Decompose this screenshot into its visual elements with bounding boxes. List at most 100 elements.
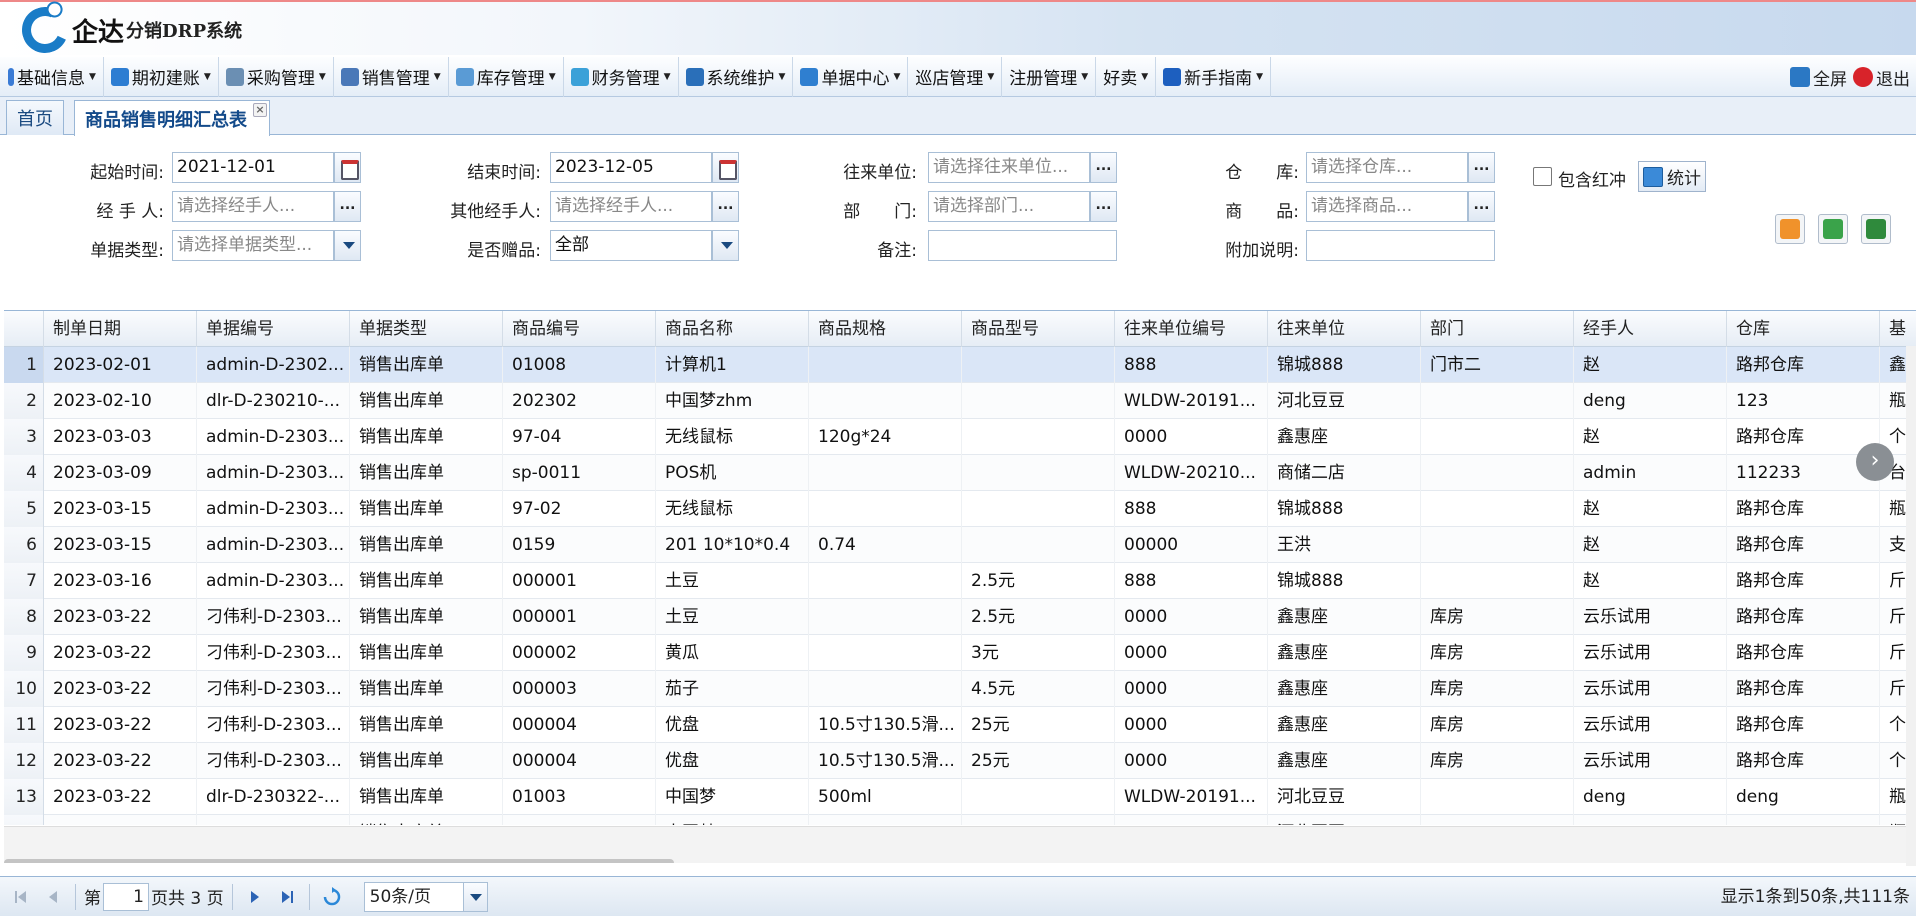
- statistics-button[interactable]: 统计: [1638, 161, 1706, 192]
- menu-item-5[interactable]: 财务管理 ▼: [564, 56, 679, 97]
- table-row[interactable]: 2 2023-02-10 dlr-D-230210-... 销售出库单 202302 中国…: [4, 383, 1916, 419]
- partner-select-button[interactable]: ...: [1090, 152, 1117, 183]
- excel-all-icon: [1866, 219, 1886, 239]
- menu-item-11[interactable]: 新手指南 ▼: [1156, 56, 1272, 97]
- end-calendar-icon[interactable]: [712, 152, 739, 183]
- table-row[interactable]: 6 2023-03-15 admin-D-2303... 销售出库单 0159 201 1…: [4, 527, 1916, 563]
- chevron-down-icon: ▼: [663, 71, 671, 82]
- logout-button[interactable]: 退出: [1853, 65, 1910, 90]
- page-size-select[interactable]: 50条/页: [363, 881, 488, 912]
- table-row[interactable]: 142023-03-22dlr-D-230322-...销售出库单01003中国…: [4, 815, 1916, 825]
- menu-item-10[interactable]: 好卖 ▼: [1096, 56, 1157, 97]
- gift-select[interactable]: 全部: [550, 230, 712, 261]
- menu-item-7[interactable]: 单据中心 ▼: [793, 56, 909, 97]
- menu-item-8[interactable]: 巡店管理 ▼: [908, 56, 1003, 97]
- table-cell: admin-D-2303...: [197, 527, 350, 563]
- column-header[interactable]: 往来单位: [1268, 311, 1421, 347]
- row-number: 12: [4, 743, 44, 779]
- page-number-input[interactable]: 1: [103, 882, 149, 911]
- table-cell: dlr-D-230322-...: [197, 779, 350, 815]
- partner-input[interactable]: 请选择往来单位...: [928, 152, 1090, 183]
- table-cell: 鑫惠座: [1268, 599, 1421, 635]
- next-page-icon[interactable]: [244, 886, 266, 908]
- tab-home-label: 首页: [17, 109, 53, 130]
- column-header[interactable]: 商品编号: [503, 311, 656, 347]
- table-row[interactable]: 9 2023-03-22 刁伟利-D-2303... 销售出库单 000002 黄瓜 3元 0…: [4, 635, 1916, 671]
- table-row[interactable]: 3 2023-03-03 admin-D-2303... 销售出库单 97-04 无线鼠标…: [4, 419, 1916, 455]
- start-time-input[interactable]: 2021-12-01: [172, 152, 334, 183]
- tab-home[interactable]: 首页: [6, 100, 64, 135]
- table-row[interactable]: 10 2023-03-22 刁伟利-D-2303... 销售出库单 000003 茄子 4.…: [4, 671, 1916, 707]
- column-header[interactable]: 部门: [1421, 311, 1574, 347]
- table-row[interactable]: 4 2023-03-09 admin-D-2303... 销售出库单 sp-0011 PO…: [4, 455, 1916, 491]
- column-header[interactable]: 基: [1880, 311, 1916, 347]
- warehouse-input[interactable]: 请选择仓库...: [1306, 152, 1468, 183]
- menu-item-3[interactable]: 销售管理 ▼: [334, 56, 449, 97]
- doctype-dropdown-icon[interactable]: [334, 230, 361, 261]
- handler-input[interactable]: 请选择经手人...: [172, 191, 334, 222]
- tab-sales-detail-report[interactable]: 商品销售明细汇总表 ×: [74, 100, 270, 136]
- export-excel-button[interactable]: [1818, 214, 1848, 244]
- table-cell: 000004: [503, 743, 656, 779]
- table-row[interactable]: 11 2023-03-22 刁伟利-D-2303... 销售出库单 000004 优盘 10…: [4, 707, 1916, 743]
- first-page-icon[interactable]: [10, 886, 32, 908]
- start-calendar-icon[interactable]: [334, 152, 361, 183]
- table-row[interactable]: 7 2023-03-16 admin-D-2303... 销售出库单 000001 土豆 2…: [4, 563, 1916, 599]
- horizontal-scrollbar[interactable]: [4, 826, 1916, 863]
- page-size-dropdown-icon[interactable]: [462, 882, 487, 911]
- tool-button-1[interactable]: [1775, 214, 1805, 244]
- warehouse-select-button[interactable]: ...: [1468, 152, 1495, 183]
- vertical-scrollbar[interactable]: [1906, 346, 1916, 866]
- menu-item-2[interactable]: 采购管理 ▼: [219, 56, 334, 97]
- table-row[interactable]: 1 2023-02-01 admin-D-2302... 销售出库单 01008 计算机1…: [4, 347, 1916, 383]
- doctype-input[interactable]: 请选择单据类型...: [172, 230, 334, 261]
- table-row[interactable]: 13 2023-03-22 dlr-D-230322-... 销售出库单 01003 中国…: [4, 779, 1916, 815]
- column-header[interactable]: 商品型号: [962, 311, 1115, 347]
- column-header[interactable]: 商品规格: [809, 311, 962, 347]
- other-handler-select-button[interactable]: ...: [712, 191, 739, 222]
- column-header[interactable]: 单据编号: [197, 311, 350, 347]
- last-page-icon[interactable]: [276, 886, 298, 908]
- column-header[interactable]: 制单日期: [44, 311, 197, 347]
- menu-item-9[interactable]: 注册管理 ▼: [1002, 56, 1097, 97]
- table-row[interactable]: 5 2023-03-15 admin-D-2303... 销售出库单 97-02 无线鼠标…: [4, 491, 1916, 527]
- column-header[interactable]: 单据类型: [350, 311, 503, 347]
- table-cell: [809, 635, 962, 671]
- column-header[interactable]: 商品名称: [656, 311, 809, 347]
- export-excel-all-button[interactable]: [1861, 214, 1891, 244]
- table-cell: 2023-03-03: [44, 419, 197, 455]
- row-number: 7: [4, 563, 44, 599]
- other-handler-input[interactable]: 请选择经手人...: [550, 191, 712, 222]
- menu-item-4[interactable]: 库存管理 ▼: [449, 56, 564, 97]
- logout-icon: [1853, 67, 1873, 87]
- extra-note-input[interactable]: [1306, 230, 1495, 261]
- product-input[interactable]: 请选择商品...: [1306, 191, 1468, 222]
- remark-input[interactable]: [928, 230, 1117, 261]
- menu-item-6[interactable]: 系统维护 ▼: [679, 56, 794, 97]
- table-cell: [962, 347, 1115, 383]
- horizontal-scroll-thumb[interactable]: [4, 859, 674, 863]
- handler-select-button[interactable]: ...: [334, 191, 361, 222]
- menu-item-0[interactable]: 基础信息 ▼: [0, 56, 104, 97]
- department-select-button[interactable]: ...: [1090, 191, 1117, 222]
- fullscreen-button[interactable]: 全屏: [1790, 65, 1847, 90]
- table-row[interactable]: 8 2023-03-22 刁伟利-D-2303... 销售出库单 000001 土豆 2.5…: [4, 599, 1916, 635]
- end-time-input[interactable]: 2023-12-05: [550, 152, 712, 183]
- product-select-button[interactable]: ...: [1468, 191, 1495, 222]
- column-header[interactable]: 仓库: [1727, 311, 1880, 347]
- department-input[interactable]: 请选择部门...: [928, 191, 1090, 222]
- table-cell: 97-04: [503, 419, 656, 455]
- table-cell: WLDW-20191...: [1115, 383, 1268, 419]
- prev-page-icon[interactable]: [42, 886, 64, 908]
- table-cell: 库房: [1421, 743, 1574, 779]
- refresh-icon[interactable]: [321, 886, 343, 908]
- tab-close-icon[interactable]: ×: [253, 103, 267, 117]
- scroll-right-icon[interactable]: ›: [1856, 443, 1894, 481]
- extra-note-label: 附加说明:: [1225, 241, 1299, 261]
- table-row[interactable]: 12 2023-03-22 刁伟利-D-2303... 销售出库单 000004 优盘 10…: [4, 743, 1916, 779]
- menu-item-1[interactable]: 期初建账 ▼: [104, 56, 219, 97]
- column-header[interactable]: 往来单位编号: [1115, 311, 1268, 347]
- gift-dropdown-icon[interactable]: [712, 230, 739, 261]
- column-header[interactable]: 经手人: [1574, 311, 1727, 347]
- include-red-checkbox[interactable]: [1533, 167, 1552, 186]
